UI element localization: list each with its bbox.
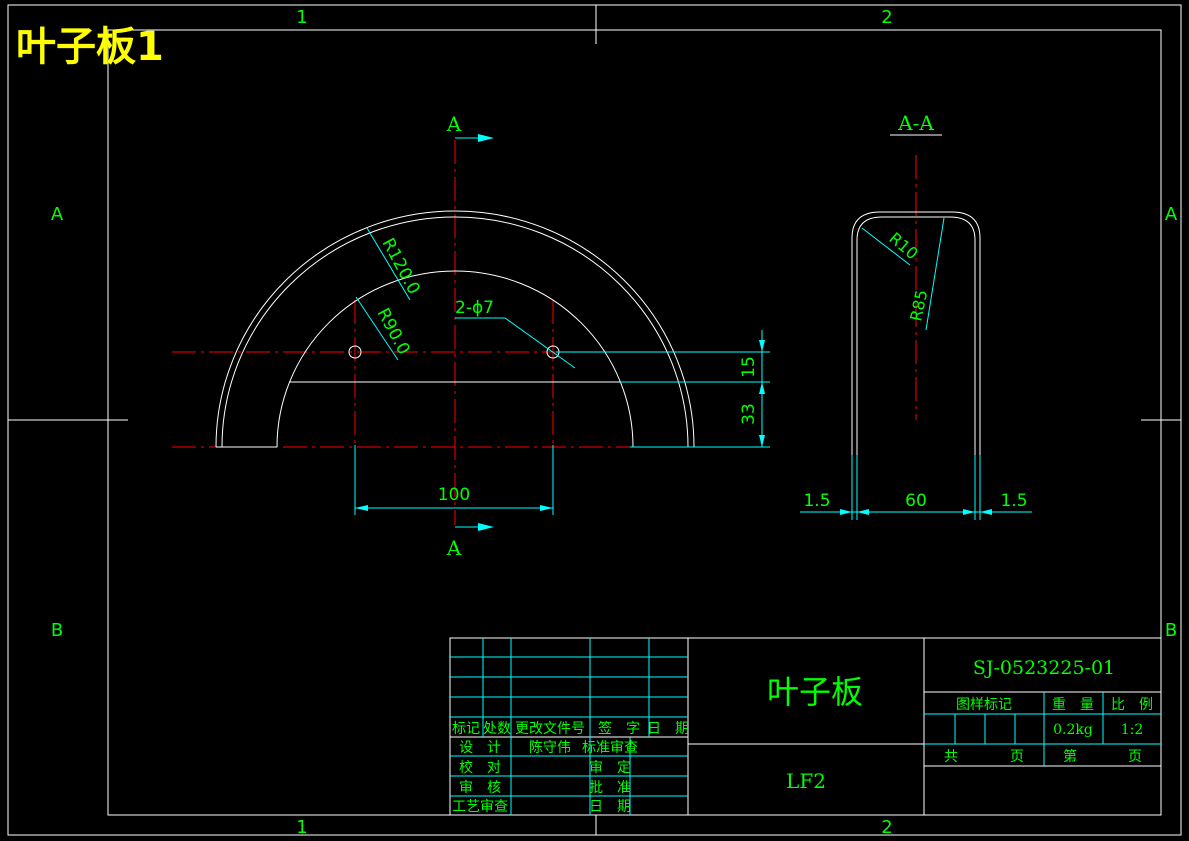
weight-value: 0.2kg <box>1053 722 1093 738</box>
std-review: 标准审查 <box>582 740 638 756</box>
section-label: A-A <box>897 111 934 135</box>
row-check: 校 对 <box>459 759 501 776</box>
hole-callout: 2-ϕ7 <box>455 298 494 318</box>
dim-arrow-2 <box>857 509 869 515</box>
material: LF2 <box>786 769 826 793</box>
hdr-scale: 比 例 <box>1111 697 1153 713</box>
title-block: 标记 处数 更改文件号 签 字 日 期 设 计 陈守伟 标准审查 校 对 审 定… <box>449 637 1162 816</box>
dim-arrow-1 <box>840 509 852 515</box>
dim15-arrow-top <box>759 340 765 352</box>
row-review: 审 核 <box>459 780 501 796</box>
sheet-title: 叶子板1 <box>16 24 164 70</box>
zone-label-bottom-2: 2 <box>881 817 892 838</box>
dim100-arrow-left <box>355 505 368 511</box>
approve-label: 审 定 <box>589 760 631 776</box>
ratify-label: 批 准 <box>589 780 631 796</box>
sheet-label: 第 <box>1063 748 1077 765</box>
hdr-mark: 图样标记 <box>956 697 1012 713</box>
section-arrow-bottom-head <box>478 523 494 531</box>
zone-label-right-A: A <box>1165 204 1178 225</box>
zone-label-left-A: A <box>51 204 64 225</box>
designer-name: 陈守伟 <box>529 739 571 756</box>
cad-drawing: 1 2 1 2 A B A B 叶子板1 A A R120.0 R90.0 2-… <box>7 4 1182 838</box>
rev-header-date: 日 期 <box>647 721 689 737</box>
dim15-arrow-bottom <box>759 382 765 394</box>
dim-left-label: 1.5 <box>803 491 830 511</box>
section-mark-top: A <box>446 112 462 136</box>
hole-callout-leader <box>455 317 576 369</box>
section-view: A-A R10 R85 1.5 60 1.5 <box>800 111 1032 520</box>
dim-mid-label: 60 <box>905 491 927 511</box>
part-name: 叶子板 <box>767 673 863 711</box>
rev-header-count: 处数 <box>483 721 511 737</box>
rev-header-mark: 标记 <box>452 721 480 737</box>
dim-width-label: 100 <box>438 485 470 505</box>
drawing-number: SJ-0523225-01 <box>973 657 1115 679</box>
zone-label-right-B: B <box>1165 620 1177 641</box>
rev-header-sign: 签 字 <box>598 720 640 737</box>
dim-15-label: 15 <box>739 356 759 378</box>
dim-arrow-3 <box>963 509 975 515</box>
zone-label-bottom-1: 1 <box>296 817 307 838</box>
section-arrow-top-head <box>478 134 494 142</box>
dim100-arrow-right <box>540 505 553 511</box>
section-mark-bottom: A <box>446 536 462 560</box>
hdr-weight: 重 量 <box>1052 697 1094 713</box>
date-label: 日 期 <box>589 799 631 815</box>
row-process: 工艺审查 <box>452 799 508 815</box>
r85-leader <box>925 217 945 331</box>
dim33-arrow-bottom <box>759 435 765 447</box>
page-label-1: 页 <box>1010 749 1024 765</box>
rev-header-doc: 更改文件号 <box>515 721 585 737</box>
zone-label-top-1: 1 <box>296 7 307 28</box>
dim-arrow-4 <box>980 509 992 515</box>
zone-label-left-B: B <box>51 620 63 641</box>
dim-33-label: 33 <box>739 403 759 425</box>
dim-right-label: 1.5 <box>1000 491 1027 511</box>
row-design: 设 计 <box>459 740 501 756</box>
page-label-2: 页 <box>1128 749 1142 765</box>
zone-label-top-2: 2 <box>881 7 892 28</box>
total-label: 共 <box>944 749 958 765</box>
radius-outer-label: R120.0 <box>378 235 424 298</box>
scale-value: 1:2 <box>1121 722 1144 738</box>
front-view: A A R120.0 R90.0 2-ϕ7 100 15 33 <box>172 112 770 560</box>
